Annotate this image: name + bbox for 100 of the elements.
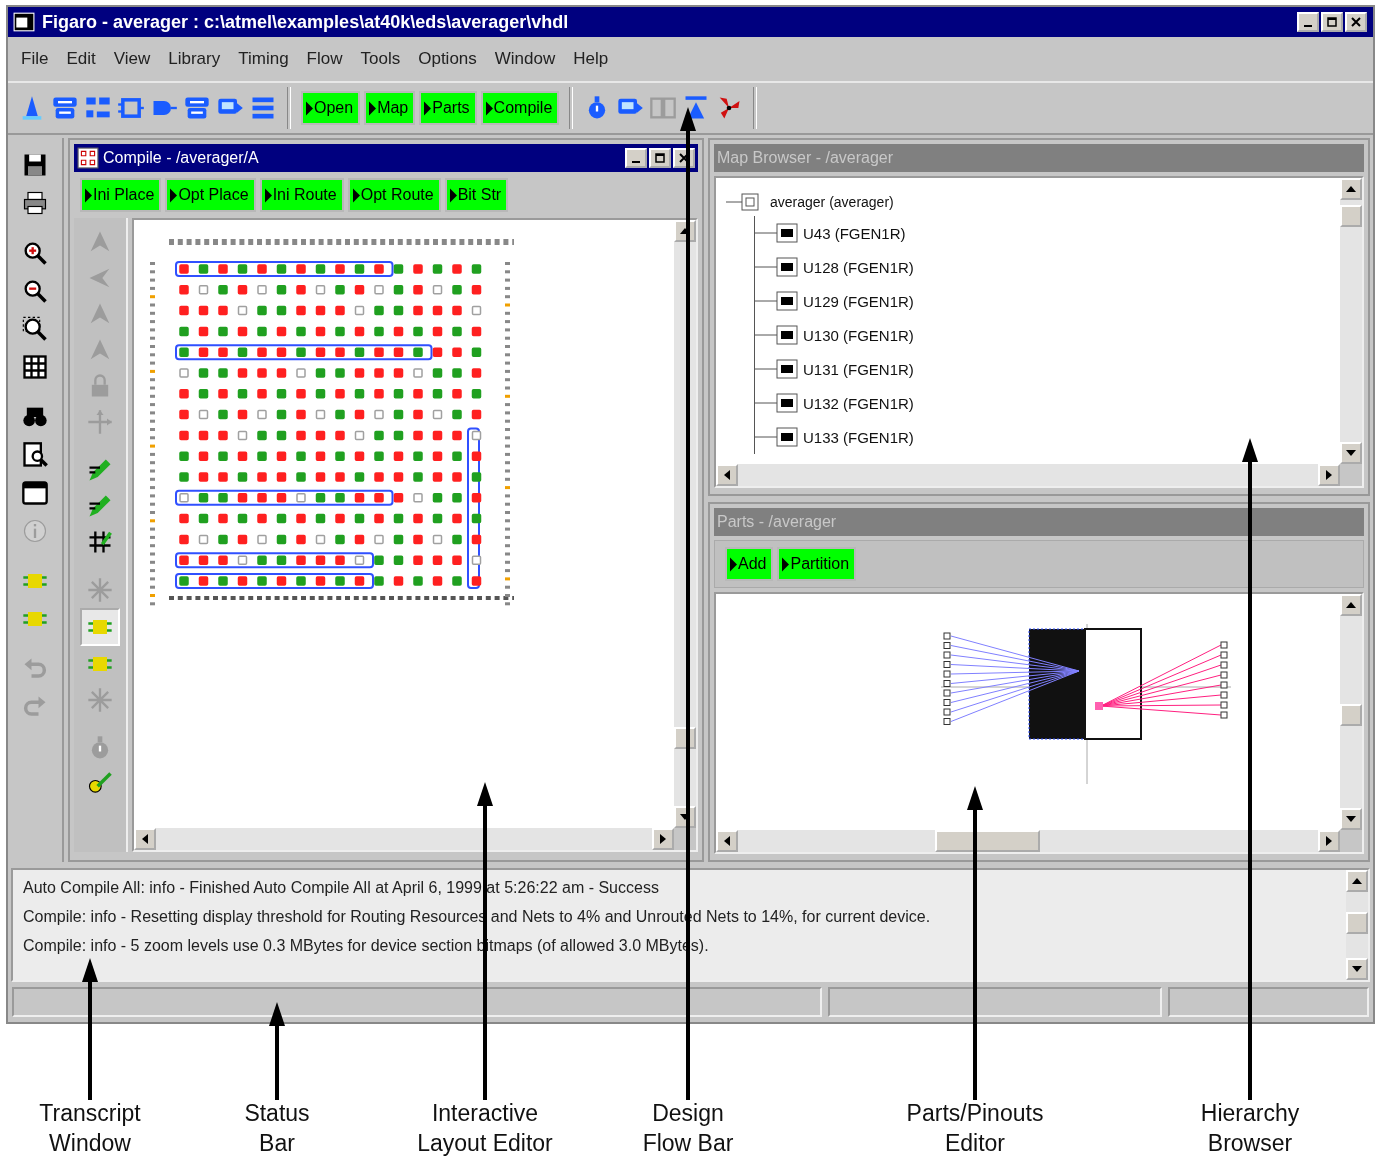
window-title: Compile - /averager/A bbox=[103, 149, 260, 167]
up-arrow-icon bbox=[1346, 602, 1356, 608]
tree-item[interactable]: U133 (FGEN1R) bbox=[803, 428, 914, 446]
menu-item[interactable]: Flow bbox=[297, 49, 352, 69]
flow-button[interactable]: Open bbox=[301, 91, 361, 125]
maximize-icon bbox=[654, 152, 666, 164]
up-arrow-icon bbox=[1346, 186, 1356, 192]
play-icon bbox=[449, 187, 457, 203]
layout-grid-icon bbox=[77, 147, 99, 169]
minimize-icon bbox=[1304, 25, 1312, 27]
right-arrow-icon bbox=[1326, 836, 1332, 846]
play-icon bbox=[485, 100, 493, 116]
tree-item[interactable]: U43 (FGEN1R) bbox=[803, 224, 906, 242]
down-arrow-icon bbox=[1346, 450, 1356, 456]
menu-item[interactable]: Window bbox=[485, 49, 565, 69]
flow-button[interactable]: Ini Place bbox=[80, 178, 162, 212]
menu-item[interactable]: Library bbox=[159, 49, 230, 69]
minimize-button[interactable] bbox=[1297, 12, 1319, 32]
left-arrow-icon bbox=[724, 836, 730, 846]
tree-item[interactable]: averager (averager) bbox=[770, 194, 894, 210]
scroll-thumb[interactable] bbox=[1340, 704, 1362, 727]
scroll-thumb[interactable] bbox=[1340, 204, 1362, 227]
down-arrow-icon bbox=[1352, 966, 1362, 972]
flow-button[interactable]: Parts bbox=[419, 91, 477, 125]
right-arrow-icon bbox=[660, 834, 666, 844]
play-icon bbox=[170, 187, 178, 203]
menu-item[interactable]: Edit bbox=[57, 49, 105, 69]
scroll-down-button[interactable] bbox=[1346, 958, 1368, 980]
scroll-down-button[interactable] bbox=[1340, 442, 1362, 464]
play-icon bbox=[352, 187, 360, 203]
annotation-label: Parts/Pinouts Editor bbox=[906, 1099, 1044, 1158]
close-button[interactable] bbox=[1345, 12, 1367, 32]
scroll-down-button[interactable] bbox=[1340, 808, 1362, 830]
document-search-icon[interactable] bbox=[21, 441, 49, 469]
annotation-label: Interactive Layout Editor bbox=[417, 1099, 553, 1158]
play-icon bbox=[730, 556, 737, 572]
print-icon[interactable] bbox=[21, 189, 49, 217]
play-icon bbox=[264, 187, 272, 203]
vertical-scrollbar[interactable] bbox=[1340, 178, 1362, 464]
vertical-scrollbar[interactable] bbox=[1346, 870, 1368, 980]
left-arrow-icon bbox=[142, 834, 148, 844]
vertical-scrollbar[interactable] bbox=[1340, 594, 1362, 830]
scroll-left-button[interactable] bbox=[716, 464, 738, 486]
right-arrow-icon bbox=[1326, 470, 1332, 480]
window-title: Map Browser - /averager bbox=[717, 149, 895, 167]
tree-item[interactable]: U128 (FGEN1R) bbox=[803, 258, 914, 276]
down-arrow-icon bbox=[1346, 816, 1356, 822]
menu-item[interactable]: Options bbox=[409, 49, 486, 69]
flow-button[interactable]: Map bbox=[364, 91, 416, 125]
flow-button[interactable]: Opt Place bbox=[165, 178, 256, 212]
menu-item[interactable]: Help bbox=[564, 49, 618, 69]
play-icon bbox=[782, 556, 790, 572]
zoom-area-icon[interactable] bbox=[21, 315, 49, 343]
play-icon bbox=[306, 100, 313, 116]
tree-item[interactable]: U132 (FGEN1R) bbox=[803, 394, 914, 412]
close-icon bbox=[1350, 16, 1362, 28]
table-icon[interactable] bbox=[21, 353, 49, 381]
tree-item[interactable]: U131 (FGEN1R) bbox=[803, 360, 914, 378]
menu-item[interactable]: View bbox=[104, 49, 160, 69]
menu-item[interactable]: Tools bbox=[351, 49, 410, 69]
annotation-label: Design Flow Bar bbox=[642, 1099, 734, 1158]
scroll-thumb[interactable] bbox=[935, 830, 1040, 852]
scroll-thumb[interactable] bbox=[1346, 911, 1368, 934]
flow-button[interactable]: Ini Route bbox=[259, 178, 344, 212]
flow-button[interactable]: Bit Str bbox=[444, 178, 509, 212]
maximize-icon bbox=[1326, 16, 1338, 28]
play-icon bbox=[85, 187, 92, 203]
maximize-button[interactable] bbox=[649, 148, 671, 168]
up-arrow-icon bbox=[1352, 878, 1362, 884]
layout-canvas[interactable] bbox=[134, 220, 674, 828]
app-icon bbox=[12, 11, 36, 33]
scroll-left-button[interactable] bbox=[134, 828, 156, 850]
tree-item[interactable]: U129 (FGEN1R) bbox=[803, 292, 914, 310]
flow-button[interactable]: Add bbox=[725, 547, 774, 581]
log-line: Auto Compile All: info - Finished Auto Compile All at April 6, 1999 at 5:26:22 am - Success bbox=[23, 878, 660, 898]
scroll-up-button[interactable] bbox=[1340, 594, 1362, 616]
maximize-button[interactable] bbox=[1321, 12, 1343, 32]
play-icon bbox=[369, 100, 377, 116]
scroll-right-button[interactable] bbox=[1318, 830, 1340, 852]
tree-item[interactable]: U130 (FGEN1R) bbox=[803, 326, 914, 344]
flow-button[interactable]: Partition bbox=[777, 547, 857, 581]
play-icon bbox=[424, 100, 432, 116]
menu-item[interactable]: Timing bbox=[229, 49, 298, 69]
scroll-left-button[interactable] bbox=[716, 830, 738, 852]
flow-button[interactable]: Compile bbox=[480, 91, 560, 125]
flow-button[interactable]: Opt Route bbox=[347, 178, 441, 212]
scroll-right-button[interactable] bbox=[1318, 464, 1340, 486]
scroll-right-button[interactable] bbox=[652, 828, 674, 850]
minimize-icon bbox=[632, 161, 640, 163]
minimize-button[interactable] bbox=[625, 148, 647, 168]
scroll-up-button[interactable] bbox=[1346, 870, 1368, 892]
left-arrow-icon bbox=[724, 470, 730, 480]
window-title: Figaro - averager : c:\atmel\examples\at40k\eds\averager\vhdl bbox=[42, 11, 570, 33]
annotation-label: Hierarchy Browser bbox=[1200, 1099, 1300, 1158]
window-icon[interactable] bbox=[21, 479, 49, 507]
menu-item[interactable]: File bbox=[12, 49, 58, 69]
window-title: Parts - /averager bbox=[717, 513, 838, 531]
annotation-label: Transcript Window bbox=[39, 1099, 141, 1158]
scroll-up-button[interactable] bbox=[1340, 178, 1362, 200]
annotation-label: Status Bar bbox=[244, 1099, 310, 1158]
